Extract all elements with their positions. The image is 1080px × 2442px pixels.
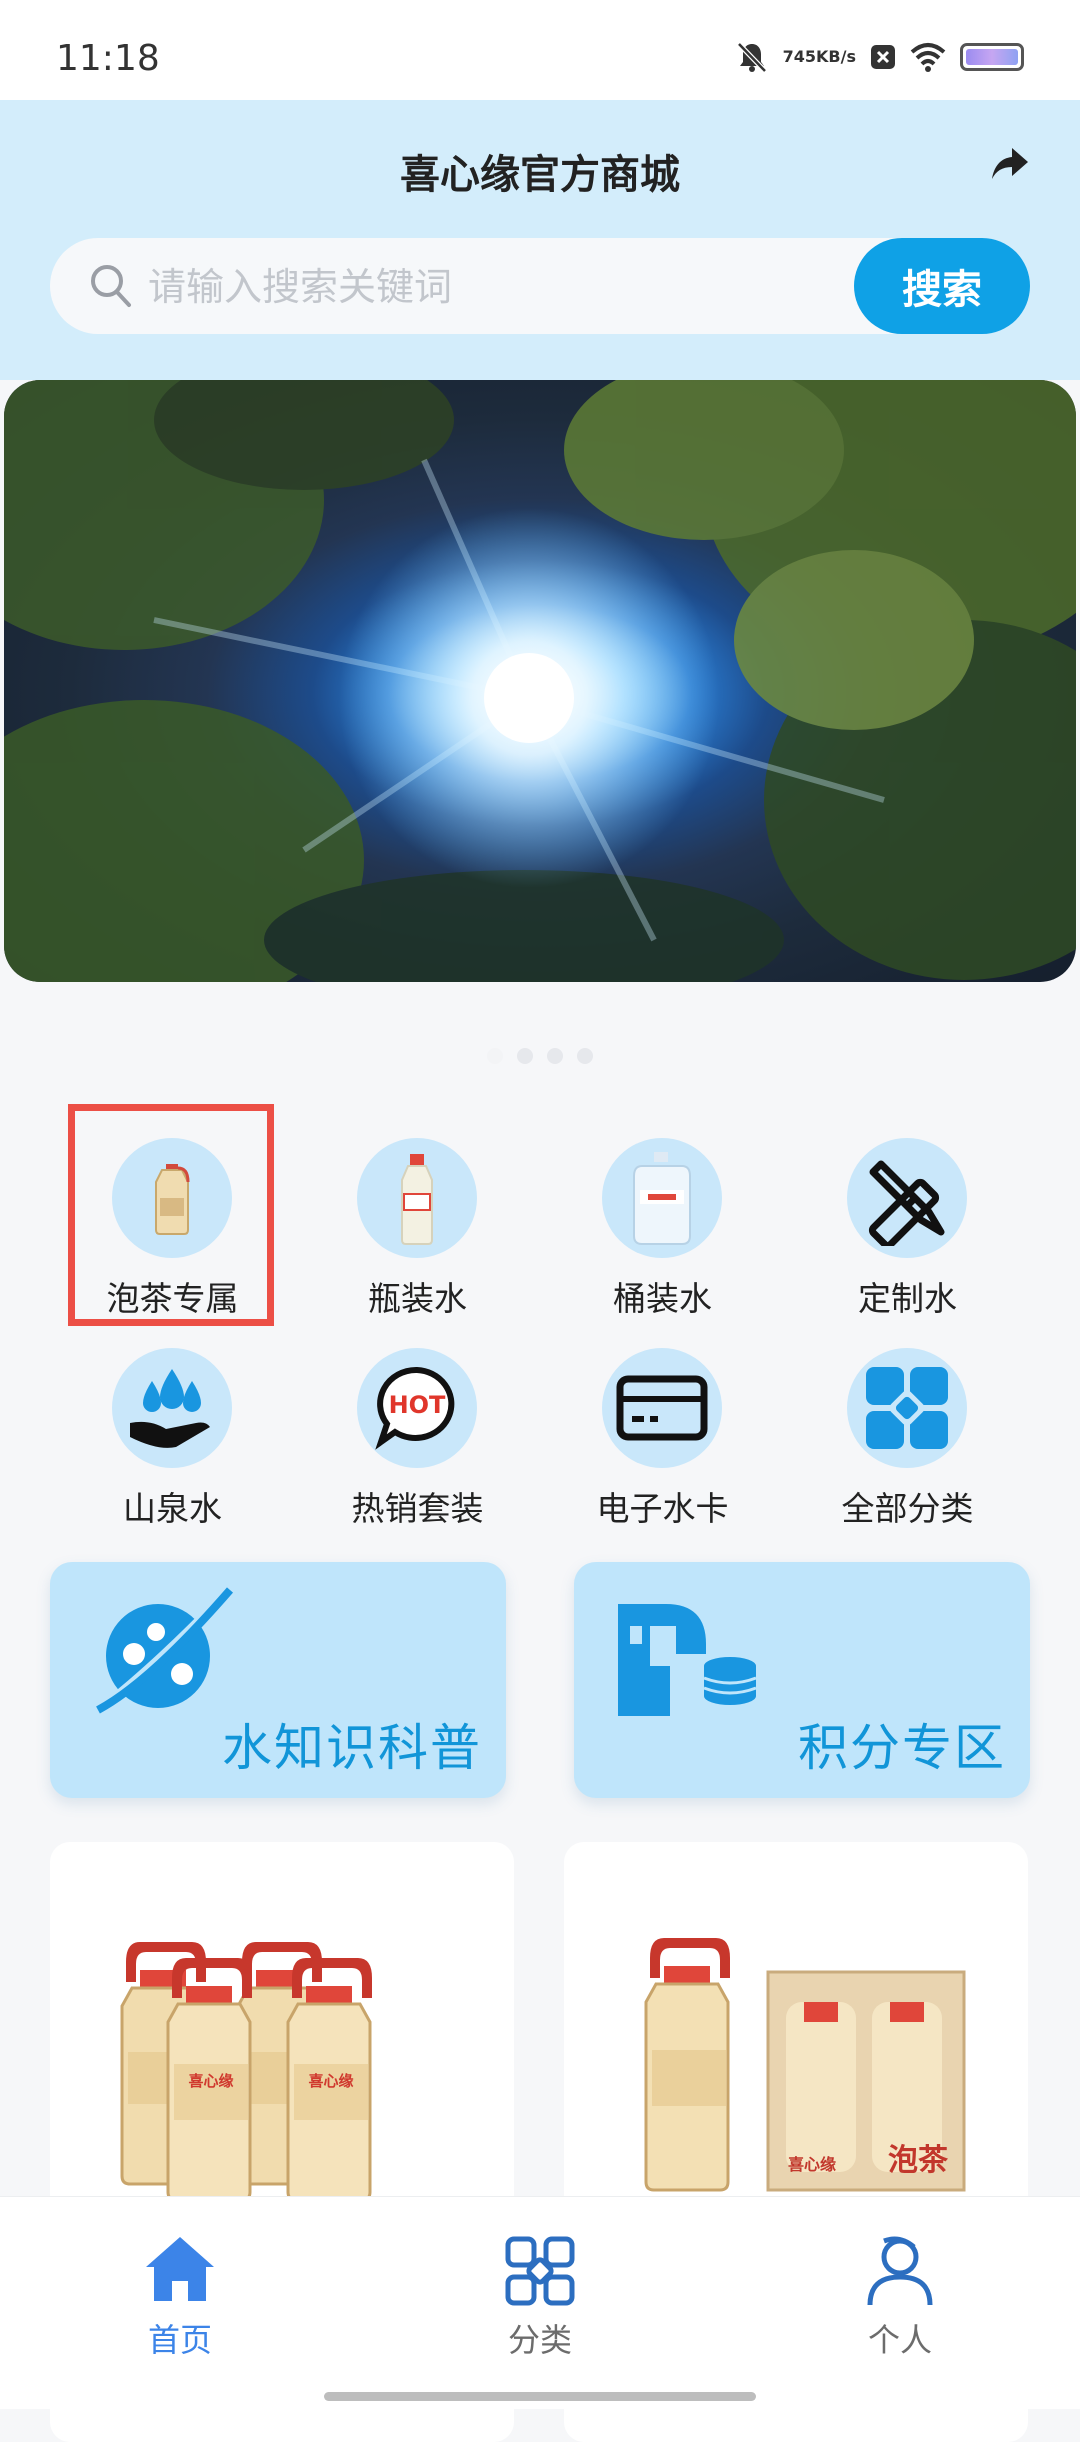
battery-icon — [960, 43, 1024, 71]
category-spring-water[interactable]: 山泉水 — [50, 1314, 295, 1528]
knowledge-planet-icon — [90, 1582, 240, 1736]
carousel-dot — [547, 1048, 563, 1064]
points-coins-icon — [616, 1596, 766, 1720]
tea-water-bottle-icon — [112, 1138, 232, 1258]
bottom-tab-bar: 首页 分类 个人 — [0, 2196, 1080, 2409]
network-speed: 745 KB/s — [783, 48, 856, 66]
category-barrel-water[interactable]: 桶装水 — [540, 1104, 785, 1318]
notification-x-icon — [870, 44, 896, 70]
status-icons: 745 KB/s — [735, 40, 1024, 74]
category-label: 电子水卡 — [596, 1489, 729, 1528]
tab-profile[interactable]: 个人 — [800, 2197, 1000, 2359]
status-bar: 11:18 745 KB/s — [0, 0, 1080, 100]
category-bottled-water[interactable]: 瓶装水 — [295, 1104, 540, 1318]
category-tea-water[interactable]: 泡茶专属 — [50, 1104, 295, 1326]
carousel-dot — [577, 1048, 593, 1064]
category-label: 瓶装水 — [368, 1279, 467, 1318]
category-label: 定制水 — [858, 1279, 957, 1318]
promo-points-zone[interactable]: 积分专区 — [574, 1562, 1030, 1798]
carousel-dots — [0, 1048, 1080, 1064]
page-title: 喜心缘官方商城 — [400, 152, 680, 198]
status-time: 11:18 — [56, 38, 160, 79]
promo-water-knowledge[interactable]: 水知识科普 — [50, 1562, 506, 1798]
grid-icon — [847, 1348, 967, 1468]
category-e-water-card[interactable]: 电子水卡 — [540, 1314, 785, 1528]
home-icon — [142, 2233, 218, 2309]
net-speed-unit: KB/s — [816, 47, 856, 66]
category-label: 全部分类 — [841, 1489, 974, 1528]
promo-label: 积分专区 — [798, 1719, 1006, 1777]
header: 喜心缘官方商城 搜索 — [0, 100, 1080, 380]
search-input[interactable] — [146, 238, 870, 336]
tab-label: 个人 — [867, 2321, 932, 2359]
water-drops-hand-icon — [112, 1348, 232, 1468]
bottle-brand-label: 喜心缘 — [308, 2072, 353, 2090]
banner-image — [4, 380, 1076, 982]
category-label: 泡茶专属 — [106, 1279, 239, 1318]
hot-bubble-icon: HOT — [357, 1348, 477, 1468]
tab-category[interactable]: 分类 — [440, 2197, 640, 2359]
wifi-icon — [910, 42, 946, 72]
tab-home[interactable]: 首页 — [80, 2197, 280, 2359]
search-icon — [88, 262, 134, 314]
bell-muted-icon — [735, 40, 769, 74]
tab-label: 分类 — [507, 2321, 572, 2359]
category-label: 热销套装 — [351, 1489, 484, 1528]
carousel-dot — [517, 1048, 533, 1064]
category-label: 山泉水 — [123, 1489, 222, 1528]
bottle-brand-label: 喜心缘 — [788, 2155, 836, 2174]
category-grid-icon — [502, 2233, 578, 2313]
person-icon — [862, 2233, 938, 2313]
bottle-brand-label: 喜心缘 — [188, 2072, 233, 2090]
category-custom-water[interactable]: 定制水 — [785, 1104, 1030, 1318]
net-speed-value: 745 — [782, 47, 817, 66]
category-hot-sets[interactable]: HOT 热销套装 — [295, 1314, 540, 1528]
share-icon[interactable] — [990, 146, 1030, 186]
pencil-ruler-icon — [847, 1138, 967, 1258]
bottled-water-icon — [357, 1138, 477, 1258]
carousel-dot — [487, 1048, 503, 1064]
svg-text:HOT: HOT — [389, 1391, 446, 1419]
barrel-water-icon — [602, 1138, 722, 1258]
search-button[interactable]: 搜索 — [854, 238, 1030, 334]
category-all[interactable]: 全部分类 — [785, 1314, 1030, 1528]
promo-label: 水知识科普 — [222, 1719, 482, 1777]
search-bar: 搜索 — [50, 238, 1030, 336]
tab-label: 首页 — [147, 2321, 212, 2359]
category-label: 桶装水 — [613, 1279, 712, 1318]
gift-box-label: 泡茶 — [888, 2143, 949, 2178]
card-icon — [602, 1348, 722, 1468]
banner-carousel[interactable] — [4, 380, 1076, 982]
home-indicator — [324, 2392, 756, 2401]
